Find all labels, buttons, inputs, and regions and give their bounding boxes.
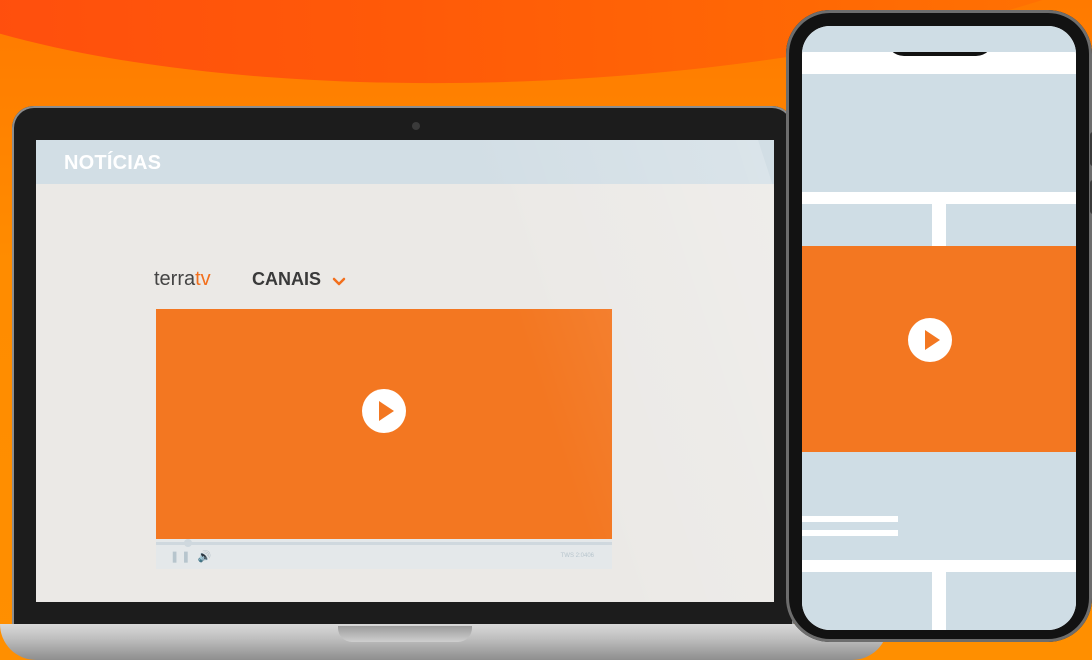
play-icon[interactable] xyxy=(362,389,406,433)
camera-icon xyxy=(412,122,420,130)
content-block xyxy=(802,452,1076,560)
progress-bar[interactable] xyxy=(156,539,612,547)
page-header: NOTÍCIAS xyxy=(36,140,774,184)
content-block xyxy=(946,572,1076,630)
pause-volume-icons[interactable]: ❚❚ 🔊 xyxy=(170,550,213,563)
text-line xyxy=(802,516,898,522)
laptop-screen: NOTÍCIAS terratv CANAIS ❚❚ 🔊 TWS 2:0406 xyxy=(36,140,774,602)
phone-screen xyxy=(802,26,1076,630)
chevron-down-icon[interactable] xyxy=(332,274,346,288)
laptop-notch xyxy=(338,626,472,642)
phone-mockup xyxy=(786,10,1092,642)
top-bar xyxy=(802,26,1076,52)
text-line xyxy=(802,530,898,536)
content-block xyxy=(802,74,1076,192)
content-block xyxy=(946,204,1076,246)
content-block xyxy=(802,204,932,246)
channels-dropdown[interactable]: CANAIS xyxy=(252,269,321,290)
content-block xyxy=(802,572,932,630)
brand-logo[interactable]: terratv xyxy=(154,268,211,291)
brand-logo-tv: tv xyxy=(195,268,211,290)
progress-handle[interactable] xyxy=(184,539,192,547)
time-display: TWS 2:0406 xyxy=(560,553,594,559)
video-player[interactable] xyxy=(156,309,612,539)
brand-logo-terra: terra xyxy=(154,268,196,290)
video-controls: ❚❚ 🔊 TWS 2:0406 xyxy=(156,539,612,569)
phone-video-player[interactable] xyxy=(802,246,1076,452)
page-title: NOTÍCIAS xyxy=(64,152,162,174)
play-icon[interactable] xyxy=(908,318,952,362)
laptop-mockup: NOTÍCIAS terratv CANAIS ❚❚ 🔊 TWS 2:0406 xyxy=(12,106,794,630)
